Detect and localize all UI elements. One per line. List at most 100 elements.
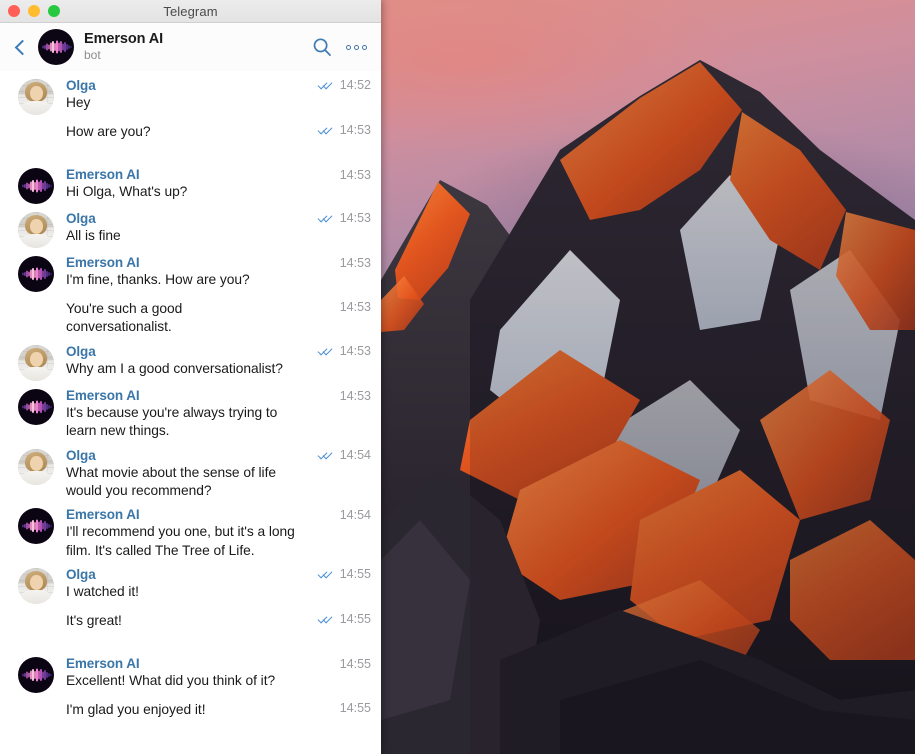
message-text: Hey bbox=[66, 95, 91, 110]
chat-status: bot bbox=[84, 48, 101, 63]
message-group: Olga 14:55 I watched it! It's great! 14:55 bbox=[0, 560, 381, 649]
message-line: You're such a good conversationalist. 14:… bbox=[66, 300, 371, 337]
message-text: How are you? bbox=[66, 124, 151, 139]
avatar-photo bbox=[18, 568, 54, 605]
message-header: Emerson AI 14:55 bbox=[66, 656, 371, 671]
read-receipt-icon bbox=[317, 613, 335, 624]
avatar-emerson-ai[interactable] bbox=[18, 389, 54, 425]
avatar-photo bbox=[18, 79, 54, 115]
message-row[interactable]: Olga 14:53 All is fine bbox=[0, 211, 381, 248]
message-meta: 14:53 bbox=[332, 256, 371, 270]
avatar-emerson-ai[interactable] bbox=[18, 508, 54, 545]
message-row[interactable]: Emerson AI 14:53 I'm fine, thanks. How are… bbox=[0, 255, 381, 292]
read-receipt-icon bbox=[317, 124, 335, 135]
message-meta: 14:54 bbox=[332, 508, 371, 522]
message-row[interactable]: Olga 14:53 Why am I a good conversationali… bbox=[0, 344, 381, 381]
chat-avatar[interactable] bbox=[38, 29, 74, 65]
chat-name: Emerson AI bbox=[84, 31, 164, 48]
message-sender[interactable]: Emerson AI bbox=[66, 507, 332, 522]
message-list[interactable]: Olga 14:52 Hey How are you? 14:53 Emerson AI 1… bbox=[0, 71, 381, 754]
message-sender[interactable]: Olga bbox=[66, 211, 312, 226]
chevron-left-icon bbox=[14, 39, 31, 55]
message-row[interactable]: Emerson AI 14:53 Hi Olga, What's up? bbox=[0, 167, 381, 204]
message-bubble: Emerson AI 14:53 I'm fine, thanks. How are… bbox=[66, 255, 373, 289]
message-text: It's because you're always trying to lea… bbox=[66, 405, 278, 439]
message-time: 14:54 bbox=[339, 447, 371, 462]
avatar-emerson-ai[interactable] bbox=[18, 256, 54, 292]
search-button[interactable] bbox=[312, 37, 332, 57]
avatar-olga[interactable] bbox=[18, 448, 54, 485]
message-group: Emerson AI 14:53 I'm fine, thanks. How are… bbox=[0, 248, 381, 337]
message-text: It's great! bbox=[66, 613, 122, 629]
message-row[interactable]: It's great! 14:55 bbox=[0, 612, 381, 649]
message-row[interactable]: Emerson AI 14:55 Excellent! What did you t… bbox=[0, 656, 381, 694]
message-time: 14:52 bbox=[339, 78, 371, 92]
message-meta: 14:53 bbox=[332, 389, 371, 403]
message-text: Hi Olga, What's up? bbox=[66, 184, 188, 199]
message-sender[interactable]: Emerson AI bbox=[66, 388, 332, 403]
message-meta: 14:55 bbox=[332, 701, 371, 715]
message-row[interactable]: Olga 14:52 Hey bbox=[0, 78, 381, 115]
avatar-photo bbox=[18, 448, 54, 485]
read-receipt-icon bbox=[317, 212, 335, 223]
message-group: Emerson AI 14:53 It's because you're alway… bbox=[0, 381, 381, 441]
message-meta: 14:53 bbox=[312, 211, 371, 225]
message-meta: 14:53 bbox=[312, 344, 371, 358]
message-sender[interactable]: Olga bbox=[66, 567, 312, 582]
message-row[interactable]: Olga 14:54 What movie about the sense of l… bbox=[0, 448, 381, 501]
message-bubble: Olga 14:53 Why am I a good conversationali… bbox=[66, 344, 373, 378]
message-row[interactable]: How are you? 14:53 bbox=[0, 123, 381, 160]
message-sender[interactable]: Olga bbox=[66, 78, 312, 93]
message-time: 14:53 bbox=[339, 389, 371, 403]
avatar-waveform bbox=[18, 508, 54, 545]
message-group: Emerson AI 14:55 Excellent! What did you t… bbox=[0, 649, 381, 738]
message-header: Emerson AI 14:53 bbox=[66, 167, 371, 182]
avatar-olga[interactable] bbox=[18, 568, 54, 605]
chat-header: Emerson AI bot bbox=[0, 23, 381, 72]
message-time: 14:55 bbox=[339, 612, 371, 627]
more-options-button[interactable] bbox=[346, 44, 367, 50]
message-text: I'll recommend you one, but it's a long … bbox=[66, 524, 295, 558]
message-line: It's great! 14:55 bbox=[66, 612, 371, 630]
message-group: Olga 14:54 What movie about the sense of l… bbox=[0, 441, 381, 501]
message-group: Emerson AI 14:54 I'll recommend you one, b… bbox=[0, 500, 381, 560]
app-title: Telegram bbox=[163, 3, 218, 19]
message-sender[interactable]: Olga bbox=[66, 448, 312, 463]
message-row[interactable]: Emerson AI 14:53 It's because you're alway… bbox=[0, 388, 381, 441]
message-time: 14:55 bbox=[339, 657, 371, 672]
message-time: 14:53 bbox=[339, 300, 371, 314]
avatar-olga[interactable] bbox=[18, 79, 54, 115]
back-button[interactable] bbox=[10, 39, 32, 55]
avatar-waveform bbox=[18, 657, 54, 694]
message-text: I'm glad you enjoyed it! bbox=[66, 702, 206, 718]
avatar-olga[interactable] bbox=[18, 212, 54, 248]
message-bubble: You're such a good conversationalist. 14:… bbox=[66, 300, 373, 337]
message-bubble: Olga 14:52 Hey bbox=[66, 78, 373, 112]
avatar-emerson-ai[interactable] bbox=[18, 168, 54, 204]
avatar-photo bbox=[18, 345, 54, 381]
message-row[interactable]: You're such a good conversationalist. 14:… bbox=[0, 300, 381, 337]
message-sender[interactable]: Emerson AI bbox=[66, 167, 332, 182]
message-meta: 14:53 bbox=[332, 168, 371, 182]
message-text: All is fine bbox=[66, 228, 121, 243]
waveform-icon bbox=[40, 40, 72, 54]
read-receipt-icon bbox=[317, 449, 335, 460]
message-row[interactable]: I'm glad you enjoyed it! 14:55 bbox=[0, 701, 381, 738]
avatar-olga[interactable] bbox=[18, 345, 54, 381]
message-row[interactable]: Emerson AI 14:54 I'll recommend you one, b… bbox=[0, 507, 381, 560]
message-group: Olga 14:53 All is fine bbox=[0, 204, 381, 248]
screen: Telegram Emerson AI bot Olga 14:52 Hey H… bbox=[0, 0, 915, 754]
message-text: What movie about the sense of life would… bbox=[66, 464, 276, 499]
message-header: Emerson AI 14:54 bbox=[66, 507, 371, 522]
message-row[interactable]: Olga 14:55 I watched it! bbox=[0, 567, 381, 605]
message-time: 14:53 bbox=[339, 344, 371, 358]
message-sender[interactable]: Emerson AI bbox=[66, 255, 332, 270]
message-bubble: Olga 14:55 I watched it! bbox=[66, 567, 373, 601]
message-group: Emerson AI 14:53 Hi Olga, What's up? bbox=[0, 160, 381, 204]
message-sender[interactable]: Emerson AI bbox=[66, 656, 332, 671]
message-sender[interactable]: Olga bbox=[66, 344, 312, 359]
avatar-emerson-ai[interactable] bbox=[18, 657, 54, 694]
message-header: Emerson AI 14:53 bbox=[66, 388, 371, 403]
message-bubble: How are you? 14:53 bbox=[66, 123, 373, 141]
message-time: 14:53 bbox=[339, 256, 371, 270]
